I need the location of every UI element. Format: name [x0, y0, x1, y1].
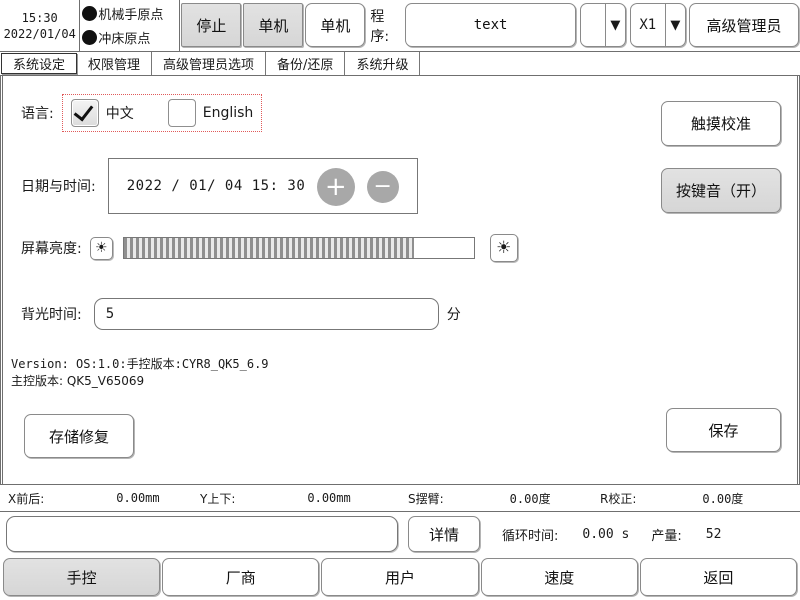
- datetime-field[interactable]: 2022 / 01/ 04 15: 30 + −: [107, 158, 418, 214]
- axis-s-value: 0.00度: [509, 491, 551, 506]
- backlight-label: 背光时间:: [21, 307, 82, 323]
- cycle-time-value: 0.00 s: [582, 526, 630, 542]
- datetime-decrement-button[interactable]: −: [366, 171, 399, 203]
- language-row: 语言: 中文 English: [21, 94, 263, 132]
- nav-manufacturer[interactable]: 厂商: [162, 558, 320, 596]
- axis-s-label: S摆臂:: [408, 491, 444, 506]
- key-sound-toggle-button[interactable]: 按键音（开）: [661, 168, 781, 213]
- backlight-time-input[interactable]: 5: [93, 298, 439, 330]
- tab-system-upgrade[interactable]: 系统升级: [345, 52, 421, 75]
- axis-r-label: R校正:: [600, 491, 637, 506]
- settings-panel: 语言: 中文 English 日期与时间: 2022 / 01/ 04 15: …: [0, 76, 800, 484]
- tab-system-settings[interactable]: 系统设定: [1, 53, 78, 74]
- tab-bar: 系统设定 权限管理 高级管理员选项 备份/还原 系统升级: [0, 52, 800, 76]
- hmi-screen: 15:30 2022/01/04 机械手原点 冲床原点 停止 单机 单机 程序:…: [0, 0, 800, 600]
- stop-button[interactable]: 停止: [181, 3, 242, 47]
- datetime-row: 日期与时间: 2022 / 01/ 04 15: 30 + −: [21, 158, 418, 214]
- mode-button-1[interactable]: 单机: [243, 3, 304, 47]
- output-label: 产量:: [651, 528, 682, 544]
- sun-dim-icon[interactable]: ☀: [89, 236, 113, 260]
- tab-backup-restore[interactable]: 备份/还原: [266, 52, 346, 75]
- program-label: 程序:: [370, 8, 390, 45]
- user-role-button[interactable]: 高级管理员: [689, 3, 799, 47]
- version-line-2: 主控版本: QK5_V65069: [11, 374, 145, 388]
- nav-back[interactable]: 返回: [639, 558, 798, 596]
- cycle-time-label: 循环时间:: [502, 528, 559, 544]
- language-option-chinese[interactable]: 中文: [70, 99, 134, 127]
- axis-x-value: 0.00mm: [116, 491, 160, 505]
- sun-bright-icon[interactable]: ☀: [489, 234, 518, 262]
- nav-manual-control[interactable]: 手控: [3, 558, 161, 596]
- output-value: 52: [705, 526, 722, 542]
- origin-indicators: 机械手原点 冲床原点: [80, 0, 181, 51]
- select-multiplier-value: X1: [639, 17, 657, 33]
- axis-y-value: 0.00mm: [307, 491, 351, 505]
- axis-r-value: 0.00度: [702, 491, 744, 506]
- select-empty[interactable]: ▼: [580, 3, 626, 47]
- brightness-slider[interactable]: [122, 237, 475, 259]
- clock-date: 2022/01/04: [3, 26, 76, 41]
- output-count: 产量: 52: [651, 525, 721, 544]
- axis-y-label: Y上下:: [200, 491, 236, 506]
- cycle-time: 循环时间: 0.00 s: [502, 525, 629, 544]
- select-multiplier[interactable]: X1 ▼: [629, 3, 686, 47]
- tab-admin-options[interactable]: 高级管理员选项: [152, 52, 267, 75]
- language-option-english-label: English: [202, 105, 254, 121]
- tab-permission-management[interactable]: 权限管理: [77, 52, 153, 75]
- axis-x: X前后: 0.00mm: [0, 490, 200, 507]
- brightness-label: 屏幕亮度:: [21, 241, 82, 257]
- chevron-down-icon[interactable]: ▼: [664, 4, 685, 46]
- backlight-unit-label: 分: [446, 307, 461, 323]
- language-option-group: 中文 English: [61, 94, 263, 132]
- checkbox-checked-icon[interactable]: [70, 99, 99, 127]
- checkbox-unchecked-icon[interactable]: [167, 99, 196, 127]
- language-option-chinese-label: 中文: [105, 106, 134, 122]
- origin-label-press: 冲床原点: [98, 32, 151, 47]
- datetime-increment-button[interactable]: +: [316, 168, 355, 206]
- select-empty-value: [581, 4, 605, 46]
- brightness-slider-fill: [123, 238, 415, 258]
- datetime-value: 2022 / 01/ 04 15: 30: [126, 178, 306, 194]
- clock-time: 15:30: [21, 10, 58, 25]
- language-label: 语言:: [21, 106, 54, 122]
- brightness-row: 屏幕亮度: ☀ ☀: [21, 234, 518, 262]
- info-bar: 详情 循环时间: 0.00 s 产量: 52: [0, 512, 800, 556]
- bottom-nav-bar: 手控 厂商 用户 速度 返回: [0, 556, 800, 600]
- storage-repair-button[interactable]: 存储修复: [24, 414, 134, 458]
- detail-button[interactable]: 详情: [408, 516, 480, 552]
- language-option-english[interactable]: English: [167, 99, 254, 127]
- mode-button-2[interactable]: 单机: [305, 3, 366, 47]
- touch-calibration-button[interactable]: 触摸校准: [661, 101, 781, 146]
- nav-user[interactable]: 用户: [321, 558, 479, 596]
- program-name-field[interactable]: text: [404, 3, 577, 47]
- chevron-down-icon[interactable]: ▼: [604, 4, 625, 46]
- axis-status-bar: X前后: 0.00mm Y上下: 0.00mm S摆臂: 0.00度 R校正: …: [0, 484, 800, 512]
- version-info: Version: OS:1.0:手控版本:CYR8_QK5_6.9 主控版本: …: [11, 356, 269, 390]
- origin-indicator-robot: 机械手原点: [82, 2, 177, 26]
- header-bar: 15:30 2022/01/04 机械手原点 冲床原点 停止 单机 单机 程序:…: [0, 0, 800, 52]
- message-box[interactable]: [6, 516, 398, 552]
- origin-label-robot: 机械手原点: [98, 8, 164, 23]
- nav-speed[interactable]: 速度: [480, 558, 638, 596]
- axis-x-label: X前后:: [8, 491, 45, 506]
- status-dot-icon: [82, 6, 98, 21]
- axis-s: S摆臂: 0.00度: [408, 490, 600, 507]
- status-dot-icon: [82, 30, 98, 45]
- backlight-row: 背光时间: 5 分: [21, 298, 461, 330]
- origin-indicator-press: 冲床原点: [82, 26, 177, 50]
- datetime-label: 日期与时间:: [21, 179, 96, 195]
- axis-y: Y上下: 0.00mm: [200, 490, 408, 507]
- save-button[interactable]: 保存: [666, 408, 781, 452]
- axis-r: R校正: 0.00度: [600, 490, 743, 507]
- clock-display: 15:30 2022/01/04: [0, 0, 81, 51]
- version-line-1: Version: OS:1.0:手控版本:CYR8_QK5_6.9: [11, 357, 269, 371]
